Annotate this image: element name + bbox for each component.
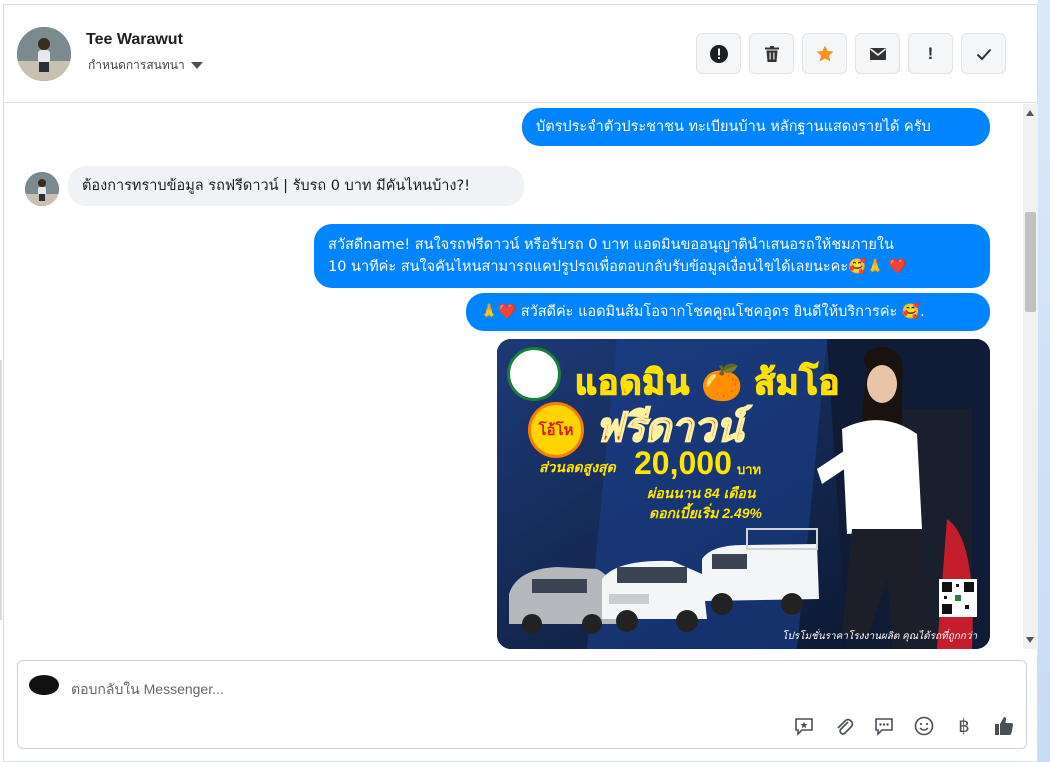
star-button[interactable] <box>802 33 847 74</box>
qr-code-icon <box>939 579 977 617</box>
message-outgoing[interactable]: บัตรประจำตัวประชาชน ทะเบียนบ้าน หลักฐานแ… <box>522 108 990 146</box>
contact-name[interactable]: Tee Warawut <box>86 31 183 49</box>
message-scrollbar[interactable] <box>1023 104 1038 649</box>
baht-icon: ฿ <box>958 715 970 737</box>
conversation-header: Tee Warawut กำหนดการสนทนา ! <box>4 5 1037 103</box>
conversation-panel: Tee Warawut กำหนดการสนทนา ! บัตรประจำตัว… <box>3 4 1038 762</box>
sender-avatar[interactable] <box>25 172 59 206</box>
promo-rate: ดอกเบี้ยเริ่ม 2.49% <box>649 505 762 521</box>
scroll-down-icon[interactable] <box>1026 637 1034 643</box>
message-composer[interactable]: ตอบกลับใน Messenger... ฿ <box>17 660 1027 749</box>
message-text: บัตรประจำตัวประชาชน ทะเบียนบ้าน หลักฐานแ… <box>536 119 931 135</box>
emoji-icon <box>914 716 934 736</box>
like-icon <box>995 717 1014 735</box>
message-template-button[interactable] <box>872 714 896 738</box>
promo-footer: โปรโมชั่นราคาโรงงานผลิต คุณได้รถที่ถูกกว… <box>782 631 978 642</box>
delete-button[interactable] <box>749 33 794 74</box>
attach-file-button[interactable] <box>832 714 856 738</box>
mark-important-button[interactable]: ! <box>908 33 953 74</box>
important-icon: ! <box>927 43 934 63</box>
left-panel-edge <box>0 360 2 620</box>
contact-avatar[interactable] <box>17 27 71 81</box>
conversation-status-label: กำหนดการสนทนา <box>88 58 185 72</box>
envelope-icon <box>869 47 886 60</box>
message-text: 🙏❤️ สวัสดีค่ะ แอดมินส้มโอจากโชคคูณโชคอุด… <box>480 304 925 320</box>
reply-input[interactable]: ตอบกลับใน Messenger... <box>71 679 224 701</box>
scroll-up-icon[interactable] <box>1026 110 1034 116</box>
message-template-icon <box>875 718 893 736</box>
message-text-line: สวัสดีname! สนใจรถฟรีดาวน์ หรือรับรถ 0 บ… <box>328 237 894 253</box>
promo-badge: โอ้โห <box>531 405 581 455</box>
promo-image-attachment[interactable]: แอดมิน 🍊 ส้มโอ โอ้โห ฟรีดาวน์ ส่วนลดสูงส… <box>497 339 990 649</box>
message-text: ต้องการทราบข้อมูล รถฟรีดาวน์ | รับรถ 0 บ… <box>82 178 471 194</box>
alert-circle-icon <box>709 44 728 63</box>
message-outgoing[interactable]: 🙏❤️ สวัสดีค่ะ แอดมินส้มโอจากโชคคูณโชคอุด… <box>466 293 990 331</box>
check-icon <box>976 48 991 60</box>
mark-spam-button[interactable] <box>696 33 741 74</box>
promo-term: ผ่อนนาน 84 เดือน <box>647 485 756 501</box>
conversation-status-dropdown[interactable]: กำหนดการสนทนา <box>88 56 203 75</box>
caret-down-icon <box>190 62 203 69</box>
mark-unread-button[interactable] <box>855 33 900 74</box>
conversation-toolbar: ! <box>696 33 1006 74</box>
like-button[interactable] <box>992 714 1016 738</box>
star-icon <box>816 45 833 61</box>
attachment-icon <box>837 718 854 735</box>
promo-discount-amount: 20,000 <box>634 445 732 481</box>
message-incoming[interactable]: ต้องการทราบข้อมูล รถฟรีดาวน์ | รับรถ 0 บ… <box>68 166 524 206</box>
window-background-strip <box>1038 0 1050 762</box>
payment-button[interactable]: ฿ <box>952 714 976 738</box>
scrollbar-thumb[interactable] <box>1025 212 1036 312</box>
message-outgoing[interactable]: สวัสดีname! สนใจรถฟรีดาวน์ หรือรับรถ 0 บ… <box>314 224 990 288</box>
saved-replies-button[interactable] <box>792 714 816 738</box>
saved-replies-icon <box>795 718 813 736</box>
promo-currency: บาท <box>737 462 762 477</box>
promo-discount-label: ส่วนลดสูงสุด <box>539 459 616 475</box>
trash-icon <box>764 45 779 62</box>
message-thread[interactable]: บัตรประจำตัวประชาชน ทะเบียนบ้าน หลักฐานแ… <box>4 104 1023 649</box>
emoji-button[interactable] <box>912 714 936 738</box>
composer-toolbar: ฿ <box>792 714 1016 738</box>
dealer-logo <box>507 347 561 401</box>
mark-done-button[interactable] <box>961 33 1006 74</box>
message-text-line: 10 นาทีค่ะ สนใจคันไหนสามารถแคปรูปรถเพื่อ… <box>328 259 907 275</box>
page-avatar <box>29 675 59 695</box>
